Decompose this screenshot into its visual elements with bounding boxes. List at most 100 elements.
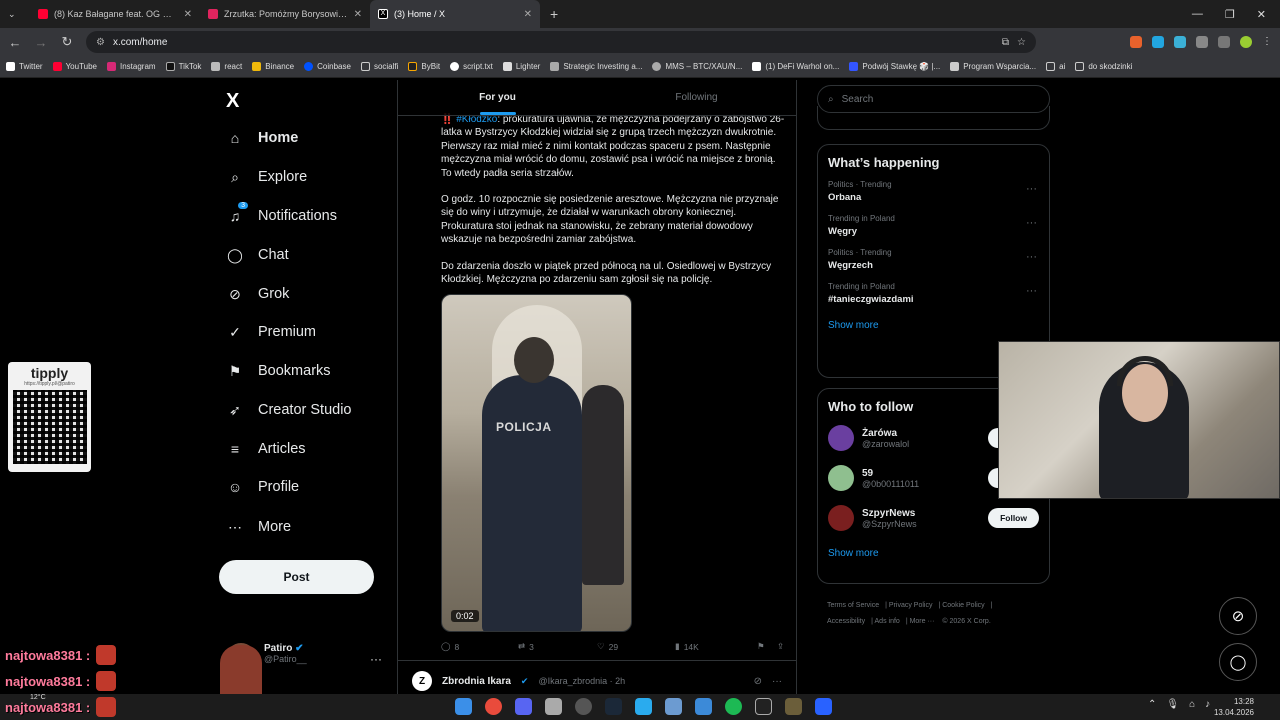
grok-icon[interactable]: ⊘: [754, 676, 762, 687]
search-input[interactable]: ⌕ Search: [817, 85, 1050, 113]
back-icon[interactable]: ←: [8, 35, 22, 50]
bookmark-folder[interactable]: do skodzinki: [1075, 62, 1132, 71]
close-icon[interactable]: ✕: [354, 9, 362, 20]
like-button[interactable]: ♡ 29: [597, 641, 675, 652]
tab-for-you[interactable]: For you: [398, 80, 597, 115]
chrome-icon[interactable]: [485, 698, 502, 715]
app-icon[interactable]: [755, 698, 772, 715]
site-info-icon[interactable]: ⚙: [96, 37, 105, 48]
app-icon[interactable]: [815, 698, 832, 715]
bookmark-item[interactable]: Coinbase: [304, 62, 351, 71]
views-button[interactable]: ▮ 14K: [675, 641, 757, 652]
star-icon[interactable]: ☆: [1017, 37, 1026, 48]
trend-item[interactable]: Politics · Trending Węgrzech ···: [818, 242, 1049, 276]
x-logo[interactable]: X: [226, 90, 239, 113]
nav-explore[interactable]: ⌕ Explore: [226, 168, 307, 186]
more-icon[interactable]: ···: [1026, 217, 1037, 229]
repost-button[interactable]: ⇄ 3: [518, 641, 597, 652]
extension-icon[interactable]: [1174, 36, 1186, 48]
footer-link[interactable]: More ···: [910, 618, 935, 625]
steam-icon[interactable]: [605, 698, 622, 715]
bookmark-item[interactable]: react: [211, 62, 242, 71]
bookmark-item[interactable]: MMS – BTC/XAU/N...: [652, 62, 742, 71]
footer-link[interactable]: Terms of Service: [827, 602, 879, 609]
trend-item[interactable]: Trending in Poland Węgry ···: [818, 208, 1049, 242]
next-tweet-header[interactable]: Z Zbrodnia Ikara ✔ @Ikara_zbrodnia · 2h …: [398, 660, 796, 694]
bookmark-item[interactable]: TikTok: [165, 62, 201, 71]
nav-chat[interactable]: ◯ Chat: [226, 246, 288, 264]
bookmark-item[interactable]: Podwój Stawkę 🎲 |...: [849, 62, 940, 71]
microphone-icon[interactable]: 🎙: [1166, 699, 1179, 710]
forward-icon[interactable]: →: [34, 35, 48, 50]
puzzle-icon[interactable]: [1196, 36, 1208, 48]
nav-home[interactable]: ⌂ Home: [226, 129, 299, 147]
follow-button[interactable]: Follow: [988, 508, 1039, 528]
volume-icon[interactable]: ♪: [1205, 699, 1210, 710]
bookmark-item[interactable]: YouTube: [52, 62, 97, 71]
tab-following[interactable]: Following: [597, 80, 796, 115]
minimize-button[interactable]: —: [1192, 8, 1203, 21]
post-button[interactable]: Post: [219, 560, 374, 594]
nav-more[interactable]: ⋯ More: [226, 518, 291, 536]
menu-icon[interactable]: ⋮: [1262, 36, 1272, 48]
close-icon[interactable]: ✕: [524, 9, 532, 20]
extension-icon[interactable]: [1152, 36, 1164, 48]
bookmark-item[interactable]: Lighter: [502, 62, 540, 71]
show-more-link[interactable]: Show more: [818, 538, 1049, 569]
more-icon[interactable]: ···: [1026, 251, 1037, 263]
footer-link[interactable]: Cookie Policy: [942, 602, 984, 609]
grok-fab-button[interactable]: ⊘: [1219, 597, 1257, 635]
restore-button[interactable]: ❐: [1225, 8, 1235, 21]
nav-articles[interactable]: ≡ Articles: [226, 440, 306, 458]
app-icon[interactable]: [695, 698, 712, 715]
trend-item[interactable]: Trending in Poland #tanieczgwiazdami ···: [818, 276, 1049, 310]
tweet-video[interactable]: POLICJA 0:02: [441, 294, 632, 632]
discord-icon[interactable]: [515, 698, 532, 715]
bookmark-item[interactable]: ByBit: [408, 62, 440, 71]
network-icon[interactable]: ⌂: [1189, 699, 1195, 710]
close-icon[interactable]: ✕: [184, 9, 192, 20]
url-bar[interactable]: ⚙ x.com/home ⧉ ☆: [86, 31, 1036, 53]
extension-icon[interactable]: [1130, 36, 1142, 48]
footer-link[interactable]: Privacy Policy: [889, 602, 933, 609]
follow-suggestion[interactable]: SzpyrNews @SzpyrNews Follow: [818, 498, 1049, 538]
nav-profile[interactable]: ☺ Profile: [226, 478, 299, 496]
reload-icon[interactable]: ↻: [60, 34, 74, 50]
messages-fab-button[interactable]: ◯: [1219, 643, 1257, 681]
new-tab-button[interactable]: +: [540, 6, 568, 22]
media-icon[interactable]: [1218, 36, 1230, 48]
nav-notifications[interactable]: ♫ 3 Notifications: [226, 202, 337, 225]
bookmark-item[interactable]: (1) DeFi Warhol on...: [752, 62, 839, 71]
nav-bookmarks[interactable]: ⚑ Bookmarks: [226, 362, 331, 380]
app-icon[interactable]: [665, 698, 682, 715]
chevron-up-icon[interactable]: ⌃: [1148, 699, 1156, 710]
bookmark-item[interactable]: script.txt: [450, 62, 493, 71]
nav-grok[interactable]: ⊘ Grok: [226, 285, 289, 303]
app-icon[interactable]: [545, 698, 562, 715]
obs-icon[interactable]: [575, 698, 592, 715]
bookmark-item[interactable]: Instagram: [107, 62, 156, 71]
footer-link[interactable]: Accessibility: [827, 618, 865, 625]
nav-premium[interactable]: ✓ Premium: [226, 323, 316, 341]
nav-creator-studio[interactable]: ➶ Creator Studio: [226, 401, 351, 419]
close-window-button[interactable]: ✕: [1257, 8, 1266, 21]
taskbar-clock[interactable]: 13:28 13.04.2026: [1214, 696, 1254, 718]
more-icon[interactable]: ···: [772, 676, 782, 687]
spotify-icon[interactable]: [725, 698, 742, 715]
bookmark-item[interactable]: Strategic Investing a...: [550, 62, 642, 71]
account-more-icon[interactable]: ···: [370, 652, 382, 666]
share-button[interactable]: ⇪: [777, 641, 784, 652]
browser-tab[interactable]: (8) Kaz Bałagane feat. OG Olgie ✕: [30, 0, 200, 28]
bookmark-item[interactable]: Program Wsparcia...: [950, 62, 1036, 71]
browser-tab-active[interactable]: X (3) Home / X ✕: [370, 0, 540, 28]
browser-tab[interactable]: Zrzutka: Pomóżmy Borysowi - w ✕: [200, 0, 370, 28]
reply-button[interactable]: ◯ 8: [441, 641, 518, 652]
app-icon[interactable]: [785, 698, 802, 715]
bookmark-folder[interactable]: socialfi: [360, 62, 398, 71]
tab-search-button[interactable]: ⌄: [0, 0, 30, 28]
windows-start-icon[interactable]: [455, 698, 472, 715]
bookmark-item[interactable]: Binance: [252, 62, 294, 71]
more-icon[interactable]: ···: [1026, 285, 1037, 297]
bookmark-item[interactable]: Twitter: [6, 62, 43, 71]
install-icon[interactable]: ⧉: [1002, 37, 1009, 48]
